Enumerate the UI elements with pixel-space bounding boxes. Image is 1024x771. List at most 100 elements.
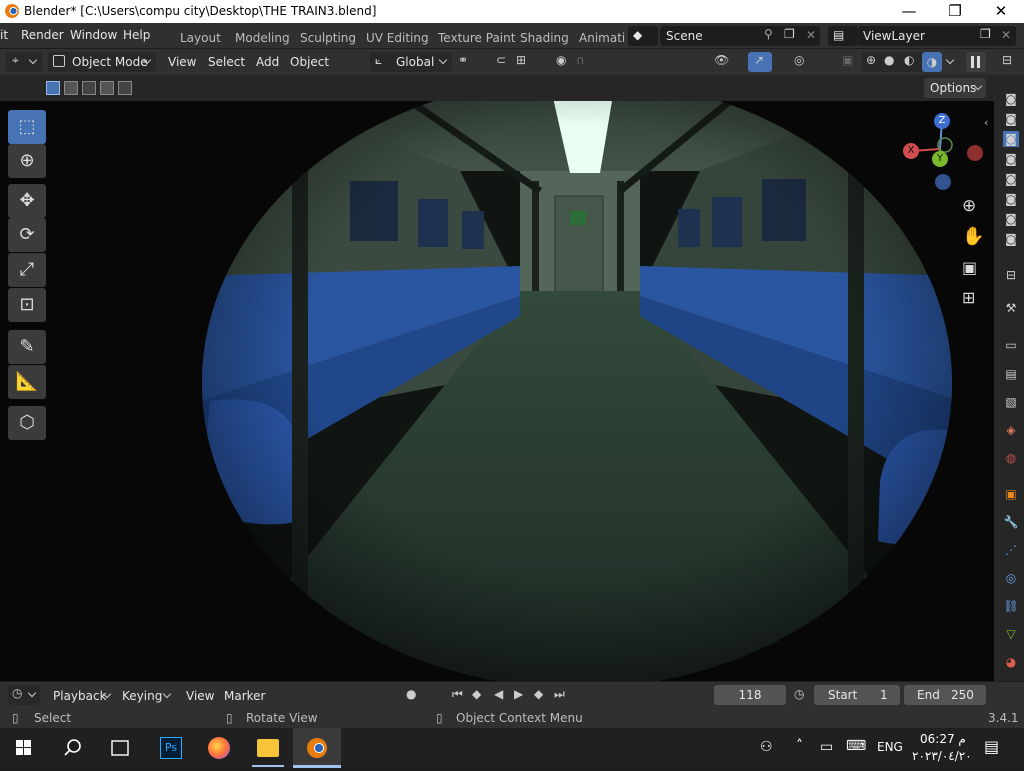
scene-browse-button[interactable]: ◆ [628,26,658,46]
measure-tool[interactable]: 📐 [8,365,46,399]
camera-view-icon[interactable]: ▣ [962,258,977,277]
jump-end-icon[interactable]: ⏭ [554,687,565,702]
play-reverse-icon[interactable]: ◀ [494,687,503,701]
close-button[interactable]: ✕ [978,0,1024,23]
camera-icon[interactable]: ◙ [1003,171,1019,187]
options-dropdown[interactable]: Options [924,78,986,98]
pause-render-button[interactable] [966,52,986,72]
perspective-grid-icon[interactable]: ⊞ [962,288,975,307]
menu-view-timeline[interactable]: View [186,689,214,703]
play-icon[interactable]: ▶ [514,687,523,701]
zoom-icon[interactable]: ⊕ [962,196,976,216]
snap-icon[interactable]: ⊂ [496,53,506,67]
new-viewlayer-icon[interactable]: ❐ [980,27,991,41]
camera-icon[interactable]: ◙ [1003,111,1019,127]
rendered-shading-icon[interactable]: ◑ [922,52,942,72]
tab-texture-paint[interactable]: Texture Paint [438,31,515,45]
hand-pan-icon[interactable]: ✋ [962,226,984,247]
new-scene-icon[interactable]: ❐ [784,27,795,41]
output-properties-icon[interactable]: ▤ [1003,366,1019,382]
gizmo-z-axis[interactable]: Z [934,113,950,129]
camera-icon[interactable]: ◙ [1003,131,1019,147]
material-shading-icon[interactable]: ◐ [904,53,914,67]
toggle-icon[interactable]: ⊟ [1003,267,1019,283]
select-extend-icon[interactable] [64,81,78,95]
xray-icon[interactable]: ▣ [842,53,853,67]
camera-icon[interactable]: ◙ [1003,211,1019,227]
maximize-button[interactable]: ❐ [932,0,978,23]
record-icon[interactable]: ● [406,687,416,701]
falloff-icon[interactable]: ∩ [576,53,585,67]
search-button[interactable] [48,728,96,768]
language-indicator[interactable]: ENG [877,740,903,754]
people-icon[interactable]: ⚇ [760,739,773,755]
gizmo-x-axis[interactable]: X [903,143,919,159]
mode-dropdown[interactable]: Object Mode [48,52,156,72]
scene-name-field[interactable]: Scene ⚲ ❐ ✕ [660,26,820,46]
orientation-dropdown[interactable]: ⟀ Global [370,52,452,72]
menu-view[interactable]: View [168,55,196,69]
menu-keying[interactable]: Keying [122,689,162,703]
menu-render[interactable]: Render [21,28,64,42]
minimize-button[interactable]: — [886,0,932,23]
menu-window[interactable]: Window [70,28,117,42]
chevron-up-icon[interactable]: ˄ [796,738,803,754]
solid-shading-icon[interactable]: ● [884,53,894,67]
3d-viewport[interactable]: Z X Y ⊕ ✋ ▣ ⊞ ‹ [0,101,994,681]
scale-tool[interactable]: ⤢ [8,253,46,287]
annotate-tool[interactable]: ✎ [8,330,46,364]
menu-object[interactable]: Object [290,55,329,69]
select-subtract-icon[interactable] [82,81,96,95]
select-intersect-icon[interactable] [118,81,132,95]
camera-icon[interactable]: ◙ [1003,191,1019,207]
tab-layout[interactable]: Layout [180,31,221,45]
camera-icon[interactable]: ◙ [1003,151,1019,167]
stopwatch-icon[interactable]: ◷ [794,687,804,701]
gizmo-y-axis[interactable]: Y [932,151,948,167]
properties-icon[interactable]: ⊟ [1002,53,1012,67]
wireframe-shading-icon[interactable]: ⊕ [866,53,876,67]
menu-help[interactable]: Help [123,28,150,42]
tab-sculpting[interactable]: Sculpting [300,31,356,45]
task-view-button[interactable] [96,728,144,768]
view-layer-icon[interactable]: ▧ [1003,394,1019,410]
keyboard-icon[interactable]: ⌨ [846,738,866,754]
tool-properties-icon[interactable]: ⚒ [1003,300,1019,316]
constraints-icon[interactable]: ⛓ [1003,598,1019,614]
jump-start-icon[interactable]: ⏮ [452,687,463,702]
editor-type-button[interactable]: ⌖ [6,52,42,72]
current-frame-field[interactable]: 118 [714,685,786,705]
object-properties-icon[interactable]: ▣ [1003,486,1019,502]
next-keyframe-icon[interactable]: ◆ [534,687,543,701]
modifier-icon[interactable]: 🔧 [1003,514,1019,530]
notifications-icon[interactable]: ▤ [984,737,999,756]
menu-edit[interactable]: it [0,28,8,42]
collapse-sidebar-icon[interactable]: ‹ [984,116,988,129]
tab-shading[interactable]: Shading [520,31,569,45]
data-properties-icon[interactable]: ▽ [1003,626,1019,642]
clock-date[interactable]: ٢٠٢٣/٠٤/٢٠ [912,749,972,763]
chevron-down-icon[interactable] [945,55,955,65]
render-properties-icon[interactable]: ▭ [1003,337,1019,353]
tab-modeling[interactable]: Modeling [235,31,290,45]
timeline-editor-type[interactable]: ◷ [8,685,40,705]
particles-icon[interactable]: ⋰ [1003,542,1019,558]
world-properties-icon[interactable]: ◍ [1003,450,1019,466]
select-new-icon[interactable] [46,81,60,95]
cursor-tool[interactable]: ⊕ [8,144,46,178]
rotate-tool[interactable]: ⟳ [8,218,46,252]
delete-scene-icon[interactable]: ✕ [806,28,816,42]
start-frame-field[interactable]: Start 1 [814,685,900,705]
select-box-tool[interactable]: ⬚ [8,110,46,144]
camera-icon[interactable]: ◙ [1003,91,1019,107]
pin-icon[interactable]: ⚲ [764,27,773,41]
viewlayer-name-field[interactable]: ViewLayer ❐ ✕ [858,26,1016,46]
menu-marker[interactable]: Marker [224,689,265,703]
start-button[interactable] [0,728,48,768]
network-icon[interactable]: ▭ [820,739,833,755]
viewlayer-browse-button[interactable]: ▤ [828,26,858,46]
physics-icon[interactable]: ◎ [1003,570,1019,586]
select-invert-icon[interactable] [100,81,114,95]
gizmo-toggle[interactable]: ↗ [748,52,772,72]
scene-properties-icon[interactable]: ◈ [1003,422,1019,438]
